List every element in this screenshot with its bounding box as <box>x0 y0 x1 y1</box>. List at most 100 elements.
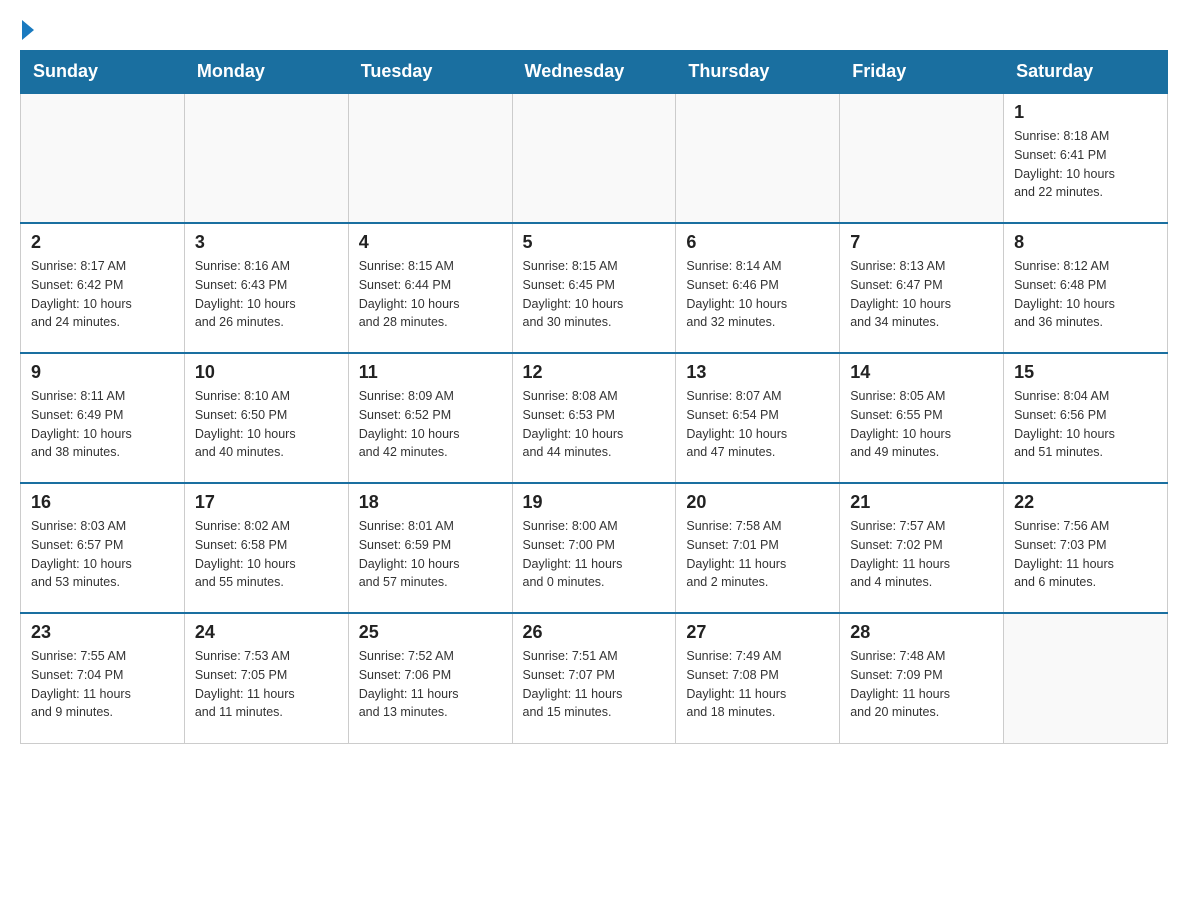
day-info: Sunrise: 8:15 AMSunset: 6:44 PMDaylight:… <box>359 257 502 332</box>
calendar-table: Sunday Monday Tuesday Wednesday Thursday… <box>20 50 1168 744</box>
day-info: Sunrise: 8:00 AMSunset: 7:00 PMDaylight:… <box>523 517 666 592</box>
day-info: Sunrise: 8:04 AMSunset: 6:56 PMDaylight:… <box>1014 387 1157 462</box>
day-number: 10 <box>195 362 338 383</box>
day-number: 6 <box>686 232 829 253</box>
day-number: 5 <box>523 232 666 253</box>
table-row: 27 Sunrise: 7:49 AMSunset: 7:08 PMDayligh… <box>676 613 840 743</box>
table-row: 15 Sunrise: 8:04 AMSunset: 6:56 PMDayligh… <box>1004 353 1168 483</box>
col-saturday: Saturday <box>1004 51 1168 94</box>
table-row: 1 Sunrise: 8:18 AMSunset: 6:41 PMDaylight… <box>1004 93 1168 223</box>
table-row: 17 Sunrise: 8:02 AMSunset: 6:58 PMDayligh… <box>184 483 348 613</box>
day-info: Sunrise: 8:10 AMSunset: 6:50 PMDaylight:… <box>195 387 338 462</box>
day-number: 19 <box>523 492 666 513</box>
table-row <box>21 93 185 223</box>
day-number: 9 <box>31 362 174 383</box>
table-row: 10 Sunrise: 8:10 AMSunset: 6:50 PMDayligh… <box>184 353 348 483</box>
day-number: 11 <box>359 362 502 383</box>
logo-arrow-icon <box>22 20 34 40</box>
table-row <box>348 93 512 223</box>
day-info: Sunrise: 8:18 AMSunset: 6:41 PMDaylight:… <box>1014 127 1157 202</box>
day-info: Sunrise: 8:07 AMSunset: 6:54 PMDaylight:… <box>686 387 829 462</box>
day-number: 1 <box>1014 102 1157 123</box>
table-row <box>676 93 840 223</box>
day-info: Sunrise: 7:58 AMSunset: 7:01 PMDaylight:… <box>686 517 829 592</box>
table-row: 26 Sunrise: 7:51 AMSunset: 7:07 PMDayligh… <box>512 613 676 743</box>
day-number: 23 <box>31 622 174 643</box>
table-row: 28Sunrise: 7:48 AMSunset: 7:09 PMDayligh… <box>840 613 1004 743</box>
table-row: 20 Sunrise: 7:58 AMSunset: 7:01 PMDayligh… <box>676 483 840 613</box>
table-row: 11Sunrise: 8:09 AMSunset: 6:52 PMDayligh… <box>348 353 512 483</box>
day-number: 24 <box>195 622 338 643</box>
day-number: 7 <box>850 232 993 253</box>
col-thursday: Thursday <box>676 51 840 94</box>
day-number: 8 <box>1014 232 1157 253</box>
day-number: 16 <box>31 492 174 513</box>
table-row: 5 Sunrise: 8:15 AMSunset: 6:45 PMDaylight… <box>512 223 676 353</box>
table-row: 7 Sunrise: 8:13 AMSunset: 6:47 PMDaylight… <box>840 223 1004 353</box>
day-info: Sunrise: 8:11 AMSunset: 6:49 PMDaylight:… <box>31 387 174 462</box>
page-header <box>20 20 1168 40</box>
table-row: 16 Sunrise: 8:03 AMSunset: 6:57 PMDayligh… <box>21 483 185 613</box>
calendar-week-row: 16 Sunrise: 8:03 AMSunset: 6:57 PMDayligh… <box>21 483 1168 613</box>
day-number: 13 <box>686 362 829 383</box>
day-number: 3 <box>195 232 338 253</box>
calendar-week-row: 23 Sunrise: 7:55 AMSunset: 7:04 PMDayligh… <box>21 613 1168 743</box>
calendar-week-row: 1 Sunrise: 8:18 AMSunset: 6:41 PMDaylight… <box>21 93 1168 223</box>
day-number: 21 <box>850 492 993 513</box>
table-row: 21 Sunrise: 7:57 AMSunset: 7:02 PMDayligh… <box>840 483 1004 613</box>
day-number: 20 <box>686 492 829 513</box>
day-info: Sunrise: 7:53 AMSunset: 7:05 PMDaylight:… <box>195 647 338 722</box>
table-row <box>840 93 1004 223</box>
day-number: 15 <box>1014 362 1157 383</box>
calendar-week-row: 2 Sunrise: 8:17 AMSunset: 6:42 PMDaylight… <box>21 223 1168 353</box>
day-number: 25 <box>359 622 502 643</box>
day-info: Sunrise: 7:51 AMSunset: 7:07 PMDaylight:… <box>523 647 666 722</box>
calendar-week-row: 9 Sunrise: 8:11 AMSunset: 6:49 PMDaylight… <box>21 353 1168 483</box>
day-info: Sunrise: 8:08 AMSunset: 6:53 PMDaylight:… <box>523 387 666 462</box>
col-monday: Monday <box>184 51 348 94</box>
day-info: Sunrise: 8:01 AMSunset: 6:59 PMDaylight:… <box>359 517 502 592</box>
day-info: Sunrise: 8:05 AMSunset: 6:55 PMDaylight:… <box>850 387 993 462</box>
table-row <box>512 93 676 223</box>
table-row: 13 Sunrise: 8:07 AMSunset: 6:54 PMDayligh… <box>676 353 840 483</box>
day-info: Sunrise: 8:12 AMSunset: 6:48 PMDaylight:… <box>1014 257 1157 332</box>
col-friday: Friday <box>840 51 1004 94</box>
day-info: Sunrise: 8:17 AMSunset: 6:42 PMDaylight:… <box>31 257 174 332</box>
table-row: 9 Sunrise: 8:11 AMSunset: 6:49 PMDaylight… <box>21 353 185 483</box>
day-info: Sunrise: 8:03 AMSunset: 6:57 PMDaylight:… <box>31 517 174 592</box>
day-number: 27 <box>686 622 829 643</box>
day-number: 18 <box>359 492 502 513</box>
logo <box>20 20 34 40</box>
table-row: 2 Sunrise: 8:17 AMSunset: 6:42 PMDaylight… <box>21 223 185 353</box>
day-info: Sunrise: 8:02 AMSunset: 6:58 PMDaylight:… <box>195 517 338 592</box>
day-info: Sunrise: 7:48 AMSunset: 7:09 PMDaylight:… <box>850 647 993 722</box>
day-info: Sunrise: 8:14 AMSunset: 6:46 PMDaylight:… <box>686 257 829 332</box>
day-info: Sunrise: 7:49 AMSunset: 7:08 PMDaylight:… <box>686 647 829 722</box>
day-info: Sunrise: 8:15 AMSunset: 6:45 PMDaylight:… <box>523 257 666 332</box>
table-row: 24 Sunrise: 7:53 AMSunset: 7:05 PMDayligh… <box>184 613 348 743</box>
table-row: 12 Sunrise: 8:08 AMSunset: 6:53 PMDayligh… <box>512 353 676 483</box>
day-info: Sunrise: 8:16 AMSunset: 6:43 PMDaylight:… <box>195 257 338 332</box>
calendar-header-row: Sunday Monday Tuesday Wednesday Thursday… <box>21 51 1168 94</box>
day-number: 17 <box>195 492 338 513</box>
day-info: Sunrise: 7:57 AMSunset: 7:02 PMDaylight:… <box>850 517 993 592</box>
table-row: 18 Sunrise: 8:01 AMSunset: 6:59 PMDayligh… <box>348 483 512 613</box>
day-number: 12 <box>523 362 666 383</box>
day-number: 4 <box>359 232 502 253</box>
table-row: 23 Sunrise: 7:55 AMSunset: 7:04 PMDayligh… <box>21 613 185 743</box>
day-info: Sunrise: 7:55 AMSunset: 7:04 PMDaylight:… <box>31 647 174 722</box>
day-info: Sunrise: 8:13 AMSunset: 6:47 PMDaylight:… <box>850 257 993 332</box>
day-number: 14 <box>850 362 993 383</box>
table-row: 3 Sunrise: 8:16 AMSunset: 6:43 PMDaylight… <box>184 223 348 353</box>
day-number: 26 <box>523 622 666 643</box>
table-row: 8 Sunrise: 8:12 AMSunset: 6:48 PMDaylight… <box>1004 223 1168 353</box>
day-info: Sunrise: 7:56 AMSunset: 7:03 PMDaylight:… <box>1014 517 1157 592</box>
table-row: 19 Sunrise: 8:00 AMSunset: 7:00 PMDayligh… <box>512 483 676 613</box>
col-wednesday: Wednesday <box>512 51 676 94</box>
table-row: 14 Sunrise: 8:05 AMSunset: 6:55 PMDayligh… <box>840 353 1004 483</box>
table-row: 4 Sunrise: 8:15 AMSunset: 6:44 PMDaylight… <box>348 223 512 353</box>
table-row <box>184 93 348 223</box>
day-number: 2 <box>31 232 174 253</box>
table-row: 22Sunrise: 7:56 AMSunset: 7:03 PMDayligh… <box>1004 483 1168 613</box>
day-info: Sunrise: 7:52 AMSunset: 7:06 PMDaylight:… <box>359 647 502 722</box>
